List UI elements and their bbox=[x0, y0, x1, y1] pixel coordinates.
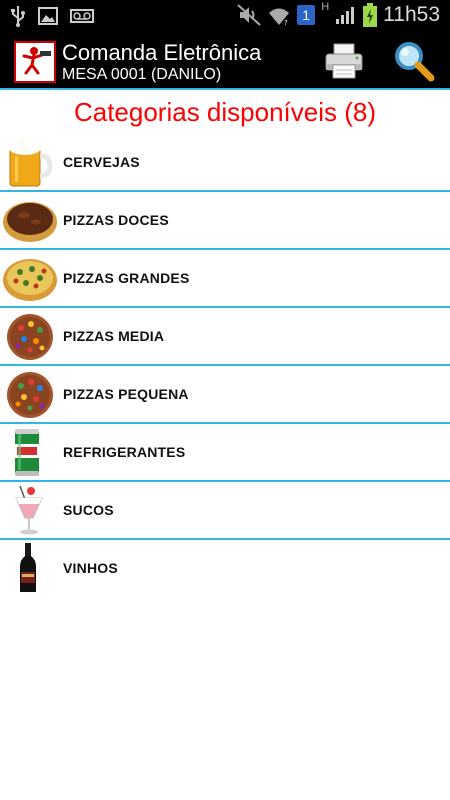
page-title: Categorias disponíveis (8) bbox=[73, 97, 377, 127]
category-label: CERVEJAS bbox=[63, 154, 140, 170]
list-item-pizzas-grandes[interactable]: PIZZAS GRANDES bbox=[0, 250, 450, 308]
wine-bottle-icon bbox=[20, 543, 36, 592]
juice-glass-icon bbox=[15, 485, 43, 535]
voicemail-icon bbox=[70, 9, 94, 23]
candy-pizza-icon bbox=[7, 314, 53, 360]
search-icon bbox=[395, 42, 435, 82]
app-logo bbox=[14, 41, 56, 83]
print-button[interactable] bbox=[322, 39, 366, 83]
svg-text:?: ? bbox=[284, 19, 288, 26]
action-bar: Comanda Eletrônica MESA 0001 (DANILO) bbox=[0, 33, 450, 88]
action-bar-divider bbox=[0, 88, 450, 90]
clock: 11h53 bbox=[383, 3, 440, 26]
category-label: VINHOS bbox=[63, 560, 118, 576]
battery-charging-icon bbox=[363, 3, 378, 27]
chocolate-pizza-icon bbox=[3, 202, 57, 242]
list-item-cervejas[interactable]: CERVEJAS bbox=[0, 134, 450, 192]
list-item-refrigerantes[interactable]: REFRIGERANTES bbox=[0, 424, 450, 482]
image-icon bbox=[38, 7, 58, 25]
category-label: PIZZAS MEDIA bbox=[63, 328, 165, 344]
beer-mug-icon bbox=[8, 137, 53, 187]
list-item-pizzas-media[interactable]: PIZZAS MEDIA bbox=[0, 308, 450, 366]
search-button[interactable] bbox=[392, 39, 436, 83]
category-label: REFRIGERANTES bbox=[63, 444, 186, 460]
candy-pizza-icon bbox=[7, 372, 53, 418]
mute-icon bbox=[237, 4, 261, 26]
list-item-pizzas-pequena[interactable]: PIZZAS PEQUENA bbox=[0, 366, 450, 424]
category-label: SUCOS bbox=[63, 502, 114, 518]
list-item-pizzas-doces[interactable]: PIZZAS DOCES bbox=[0, 192, 450, 250]
soda-can-icon bbox=[15, 429, 39, 476]
table-subtitle: MESA 0001 (DANILO) bbox=[62, 66, 222, 83]
category-label: PIZZAS PEQUENA bbox=[63, 386, 189, 402]
signal-icon bbox=[336, 7, 355, 24]
category-label: PIZZAS GRANDES bbox=[63, 270, 190, 286]
status-bar: ? 1 H 11h53 bbox=[0, 0, 450, 33]
category-label: PIZZAS DOCES bbox=[63, 212, 169, 228]
large-pizza-icon bbox=[3, 259, 57, 301]
list-item-sucos[interactable]: SUCOS bbox=[0, 482, 450, 540]
usb-icon bbox=[11, 6, 25, 27]
printer-icon bbox=[325, 43, 363, 79]
app-title: Comanda Eletrônica bbox=[62, 40, 262, 65]
sim-badge: 1 bbox=[297, 5, 316, 25]
wifi-icon: ? bbox=[269, 8, 290, 26]
network-type-label: H bbox=[321, 1, 330, 13]
list-item-vinhos[interactable]: VINHOS bbox=[0, 540, 450, 596]
category-list: CERVEJAS PIZZAS DOCES PIZZAS GRANDES PIZ… bbox=[0, 134, 450, 596]
